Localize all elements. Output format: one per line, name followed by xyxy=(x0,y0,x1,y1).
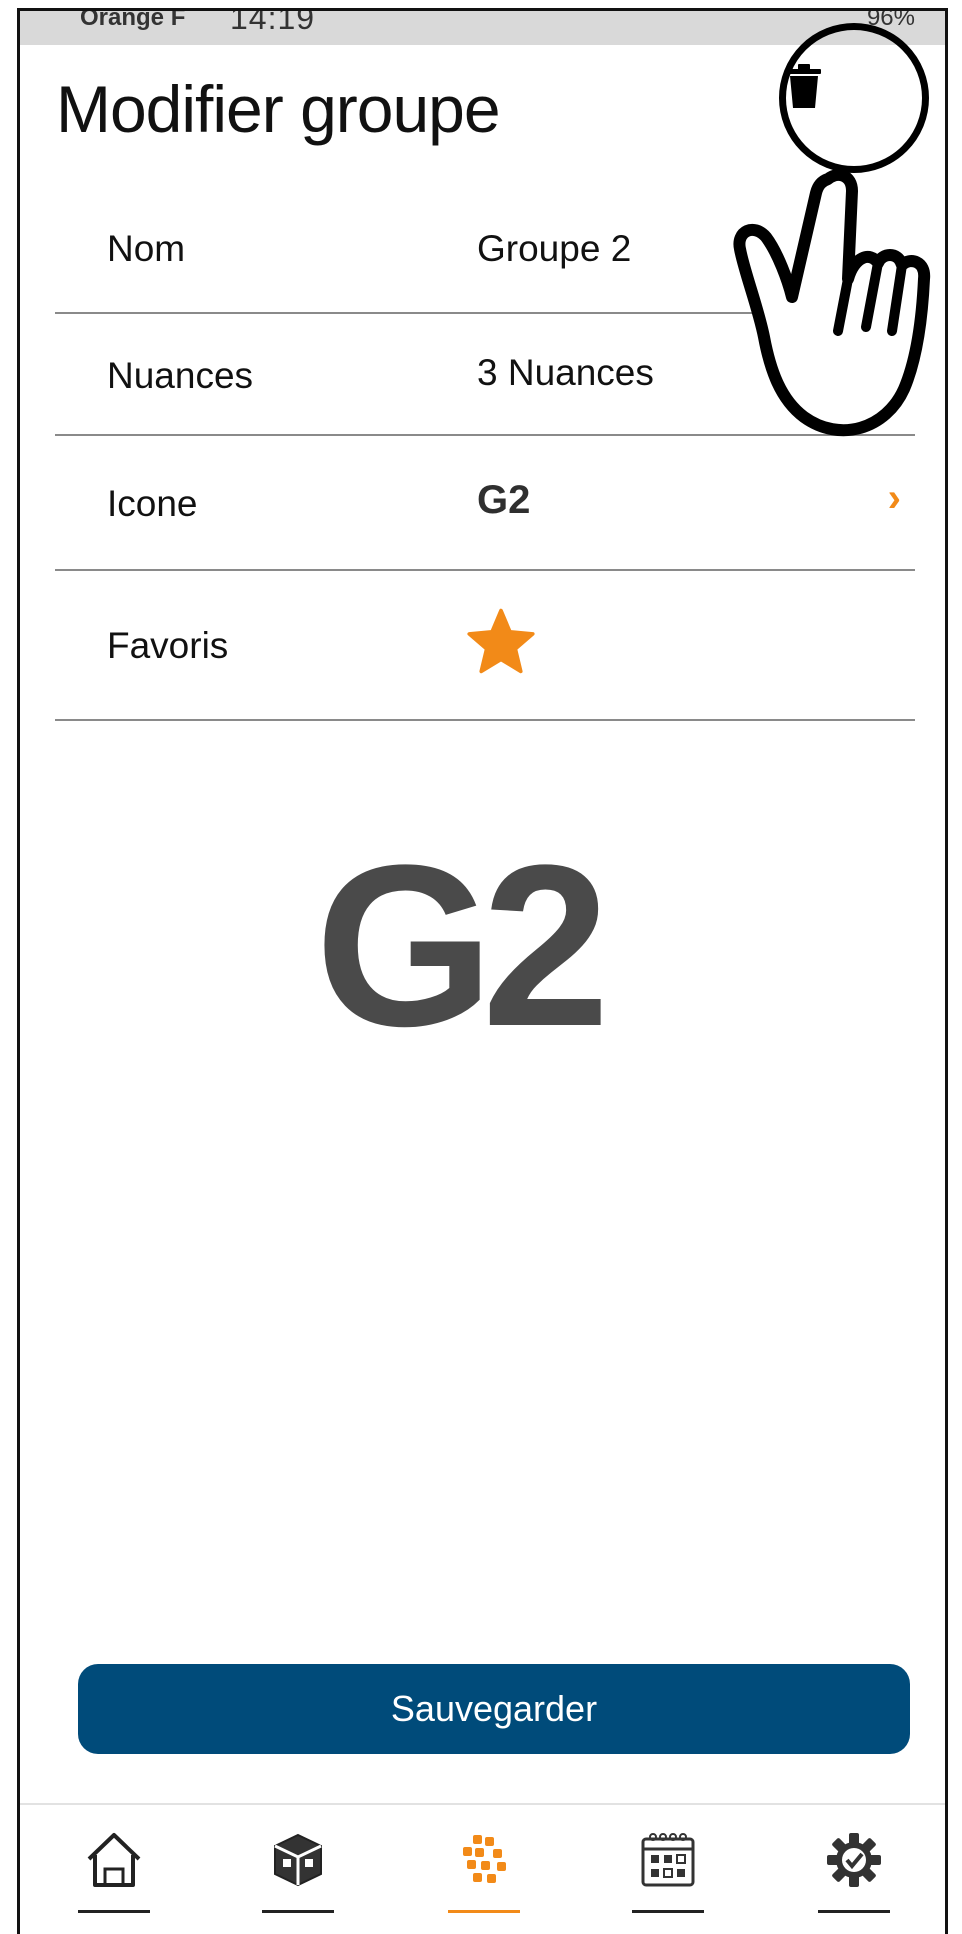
home-icon xyxy=(87,1833,141,1887)
pointing-hand-icon xyxy=(733,169,931,437)
icon-value: G2 xyxy=(477,478,531,522)
status-time: 14:19 xyxy=(230,11,316,36)
row-label: Nuances xyxy=(107,355,254,396)
star-icon[interactable] xyxy=(465,606,537,678)
row-label: Nom xyxy=(107,228,186,269)
page-title: Modifier groupe xyxy=(56,72,501,146)
trash-icon xyxy=(787,64,821,108)
row-favoris[interactable]: Favoris xyxy=(55,571,915,721)
save-button[interactable]: Sauvegarder xyxy=(78,1664,910,1754)
calendar-icon xyxy=(641,1833,695,1887)
group-icon-preview: G2 xyxy=(315,817,610,1074)
group-name-value[interactable]: Groupe 2 xyxy=(477,228,631,270)
chevron-right-icon[interactable]: › xyxy=(888,476,901,521)
nav-underline xyxy=(632,1910,704,1913)
nav-home[interactable] xyxy=(78,1829,150,1919)
nav-settings[interactable] xyxy=(818,1829,890,1919)
groups-icon xyxy=(463,1835,506,1883)
phone-screen: Orange F 14:19 96% Modifier groupe Nom G… xyxy=(17,8,948,1934)
carrier-label: Orange F xyxy=(80,11,186,31)
nav-groups[interactable] xyxy=(448,1829,520,1919)
row-label: Icone xyxy=(107,483,198,524)
nav-calendar[interactable] xyxy=(632,1829,704,1919)
delete-button[interactable] xyxy=(774,56,834,116)
nuances-value: 3 Nuances xyxy=(477,352,654,393)
nav-devices[interactable] xyxy=(262,1829,334,1919)
nav-underline xyxy=(262,1910,334,1913)
settings-icon xyxy=(827,1833,881,1887)
nav-underline xyxy=(448,1910,520,1913)
nav-underline xyxy=(78,1910,150,1913)
nav-underline xyxy=(818,1910,890,1913)
bottom-navigation xyxy=(20,1803,945,1934)
cube-icon xyxy=(274,1833,322,1887)
row-label: Favoris xyxy=(107,625,229,666)
